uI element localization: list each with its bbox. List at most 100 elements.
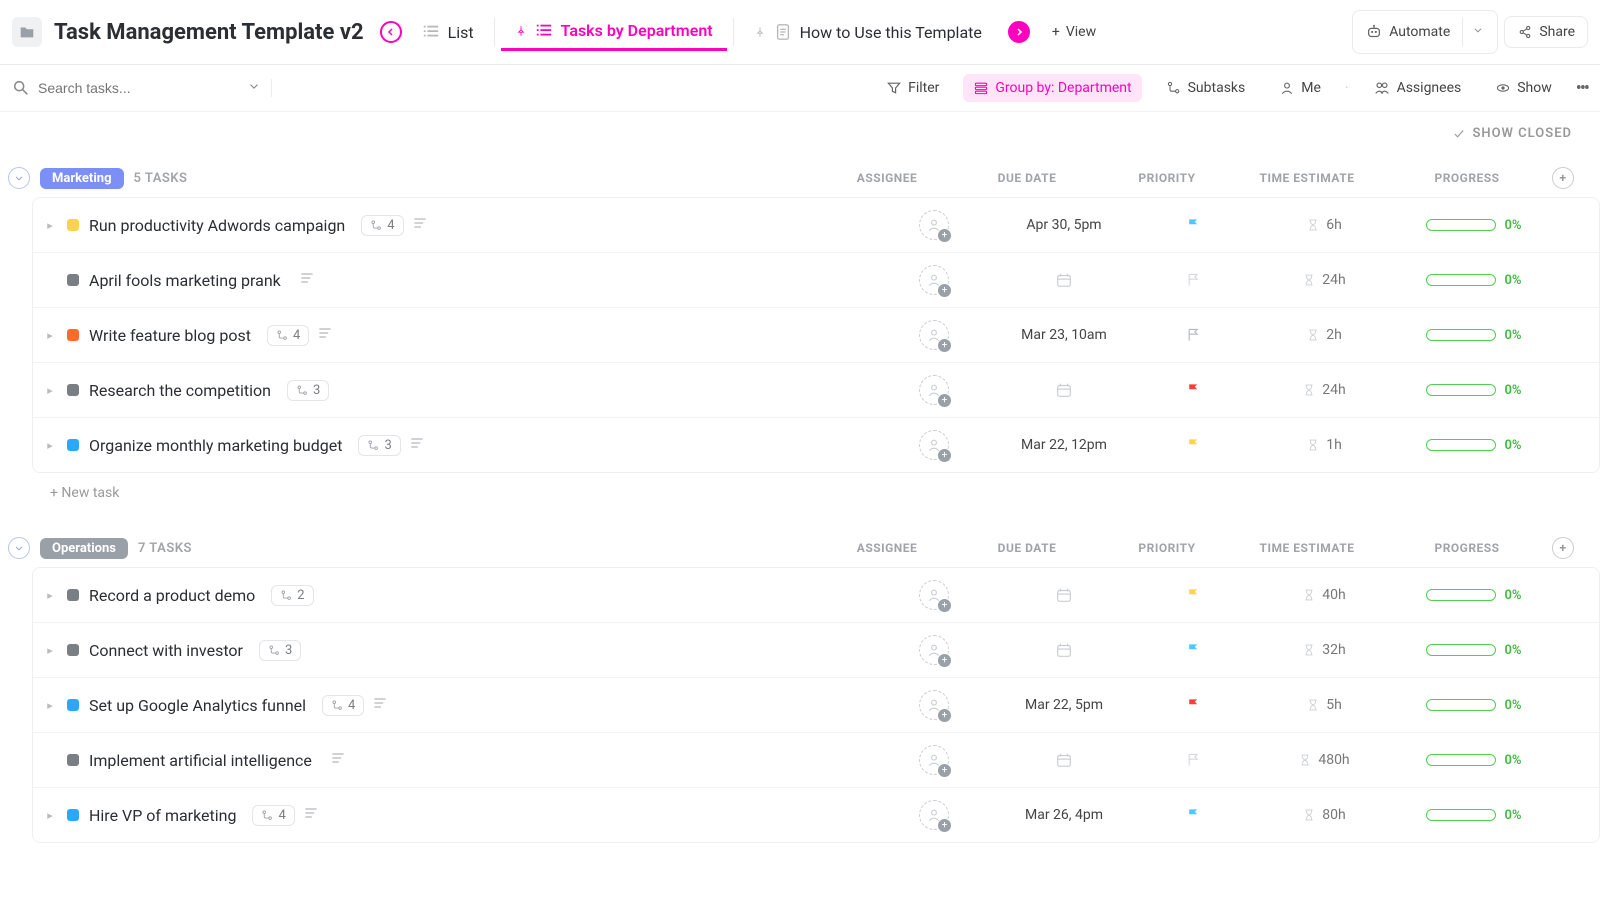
time-cell[interactable]: 5h <box>1249 697 1399 713</box>
subtask-chip[interactable]: 3 <box>259 640 301 661</box>
due-cell[interactable] <box>989 751 1139 769</box>
time-cell[interactable]: 32h <box>1249 642 1399 658</box>
assignee-empty[interactable]: + <box>919 430 949 460</box>
time-cell[interactable]: 80h <box>1249 807 1399 823</box>
priority-cell[interactable] <box>1139 697 1249 713</box>
task-row[interactable]: ▸Record a product demo2+40h0% <box>33 568 1599 623</box>
due-cell[interactable]: Mar 23, 10am <box>989 327 1139 343</box>
expand-button[interactable]: ▸ <box>43 809 57 822</box>
expand-button[interactable]: ▸ <box>43 439 57 452</box>
progress-cell[interactable]: 0% <box>1426 808 1521 823</box>
due-cell[interactable]: Mar 26, 4pm <box>989 807 1139 823</box>
due-cell[interactable] <box>989 586 1139 604</box>
expand-button[interactable]: ▸ <box>43 384 57 397</box>
progress-cell[interactable]: 0% <box>1426 383 1521 398</box>
assignee-empty[interactable]: + <box>919 265 949 295</box>
time-cell[interactable]: 1h <box>1249 437 1399 453</box>
task-row[interactable]: April fools marketing prank+24h0% <box>33 253 1599 308</box>
task-row[interactable]: ▸Connect with investor3+32h0% <box>33 623 1599 678</box>
progress-cell[interactable]: 0% <box>1426 643 1521 658</box>
tab-how-to[interactable]: How to Use this Template <box>740 15 996 50</box>
priority-cell[interactable] <box>1139 327 1249 343</box>
add-view-button[interactable]: + View <box>1040 17 1108 47</box>
expand-button[interactable]: ▸ <box>43 699 57 712</box>
status-dot[interactable] <box>67 754 79 766</box>
due-cell[interactable]: Apr 30, 5pm <box>989 217 1139 233</box>
assignee-empty[interactable]: + <box>919 635 949 665</box>
priority-cell[interactable] <box>1139 382 1249 398</box>
automate-button[interactable]: Automate <box>1352 10 1498 54</box>
task-row[interactable]: ▸Research the competition3+24h0% <box>33 363 1599 418</box>
assignee-empty[interactable]: + <box>919 210 949 240</box>
due-cell[interactable] <box>989 271 1139 289</box>
progress-cell[interactable]: 0% <box>1426 328 1521 343</box>
assignee-empty[interactable]: + <box>919 745 949 775</box>
expand-button[interactable]: ▸ <box>43 329 57 342</box>
assignee-empty[interactable]: + <box>919 580 949 610</box>
time-cell[interactable]: 24h <box>1249 382 1399 398</box>
subtask-chip[interactable]: 3 <box>358 435 400 456</box>
next-view-button[interactable] <box>1008 21 1030 43</box>
filter-button[interactable]: Filter <box>876 74 949 102</box>
due-cell[interactable] <box>989 641 1139 659</box>
new-task-button[interactable]: + New task <box>32 473 1600 513</box>
tab-list[interactable]: List <box>408 15 488 50</box>
task-row[interactable]: ▸Organize monthly marketing budget3+Mar … <box>33 418 1599 472</box>
progress-cell[interactable]: 0% <box>1426 438 1521 453</box>
subtask-chip[interactable]: 4 <box>267 325 309 346</box>
folder-icon[interactable] <box>12 17 42 47</box>
time-cell[interactable]: 2h <box>1249 327 1399 343</box>
subtask-chip[interactable]: 3 <box>287 380 329 401</box>
show-button[interactable]: Show <box>1485 74 1562 102</box>
due-cell[interactable]: Mar 22, 12pm <box>989 437 1139 453</box>
assignee-empty[interactable]: + <box>919 375 949 405</box>
search-input[interactable] <box>38 80 198 96</box>
collapse-group-button[interactable] <box>8 537 30 559</box>
task-row[interactable]: Implement artificial intelligence+480h0% <box>33 733 1599 788</box>
status-dot[interactable] <box>67 274 79 286</box>
subtask-chip[interactable]: 4 <box>361 215 403 236</box>
time-cell[interactable]: 40h <box>1249 587 1399 603</box>
task-row[interactable]: ▸Write feature blog post4+Mar 23, 10am2h… <box>33 308 1599 363</box>
progress-cell[interactable]: 0% <box>1426 698 1521 713</box>
more-button[interactable]: ••• <box>1576 78 1588 99</box>
priority-cell[interactable] <box>1139 437 1249 453</box>
task-row[interactable]: ▸Set up Google Analytics funnel4+Mar 22,… <box>33 678 1599 733</box>
task-row[interactable]: ▸Hire VP of marketing4+Mar 26, 4pm80h0% <box>33 788 1599 842</box>
priority-cell[interactable] <box>1139 217 1249 233</box>
priority-cell[interactable] <box>1139 642 1249 658</box>
subtask-chip[interactable]: 2 <box>271 585 313 606</box>
status-dot[interactable] <box>67 329 79 341</box>
assignee-empty[interactable]: + <box>919 320 949 350</box>
group-chip[interactable]: Marketing <box>40 168 124 189</box>
prev-view-button[interactable] <box>380 21 402 43</box>
priority-cell[interactable] <box>1139 272 1249 288</box>
subtask-chip[interactable]: 4 <box>322 695 364 716</box>
progress-cell[interactable]: 0% <box>1426 273 1521 288</box>
due-cell[interactable]: Mar 22, 5pm <box>989 697 1139 713</box>
status-dot[interactable] <box>67 384 79 396</box>
collapse-group-button[interactable] <box>8 167 30 189</box>
due-cell[interactable] <box>989 381 1139 399</box>
status-dot[interactable] <box>67 219 79 231</box>
status-dot[interactable] <box>67 699 79 711</box>
add-column-button[interactable]: + <box>1552 537 1574 559</box>
subtask-chip[interactable]: 4 <box>252 805 294 826</box>
assignee-empty[interactable]: + <box>919 800 949 830</box>
status-dot[interactable] <box>67 589 79 601</box>
expand-button[interactable]: ▸ <box>43 589 57 602</box>
tab-tasks-by-department[interactable]: Tasks by Department <box>501 13 727 51</box>
progress-cell[interactable]: 0% <box>1426 753 1521 768</box>
automate-dropdown[interactable] <box>1462 18 1493 46</box>
assignee-empty[interactable]: + <box>919 690 949 720</box>
priority-cell[interactable] <box>1139 752 1249 768</box>
priority-cell[interactable] <box>1139 587 1249 603</box>
progress-cell[interactable]: 0% <box>1426 588 1521 603</box>
show-closed-button[interactable]: SHOW CLOSED <box>1452 126 1572 141</box>
share-button[interactable]: Share <box>1504 16 1588 48</box>
time-cell[interactable]: 24h <box>1249 272 1399 288</box>
time-cell[interactable]: 480h <box>1249 752 1399 768</box>
status-dot[interactable] <box>67 439 79 451</box>
priority-cell[interactable] <box>1139 807 1249 823</box>
subtasks-button[interactable]: Subtasks <box>1156 74 1256 102</box>
